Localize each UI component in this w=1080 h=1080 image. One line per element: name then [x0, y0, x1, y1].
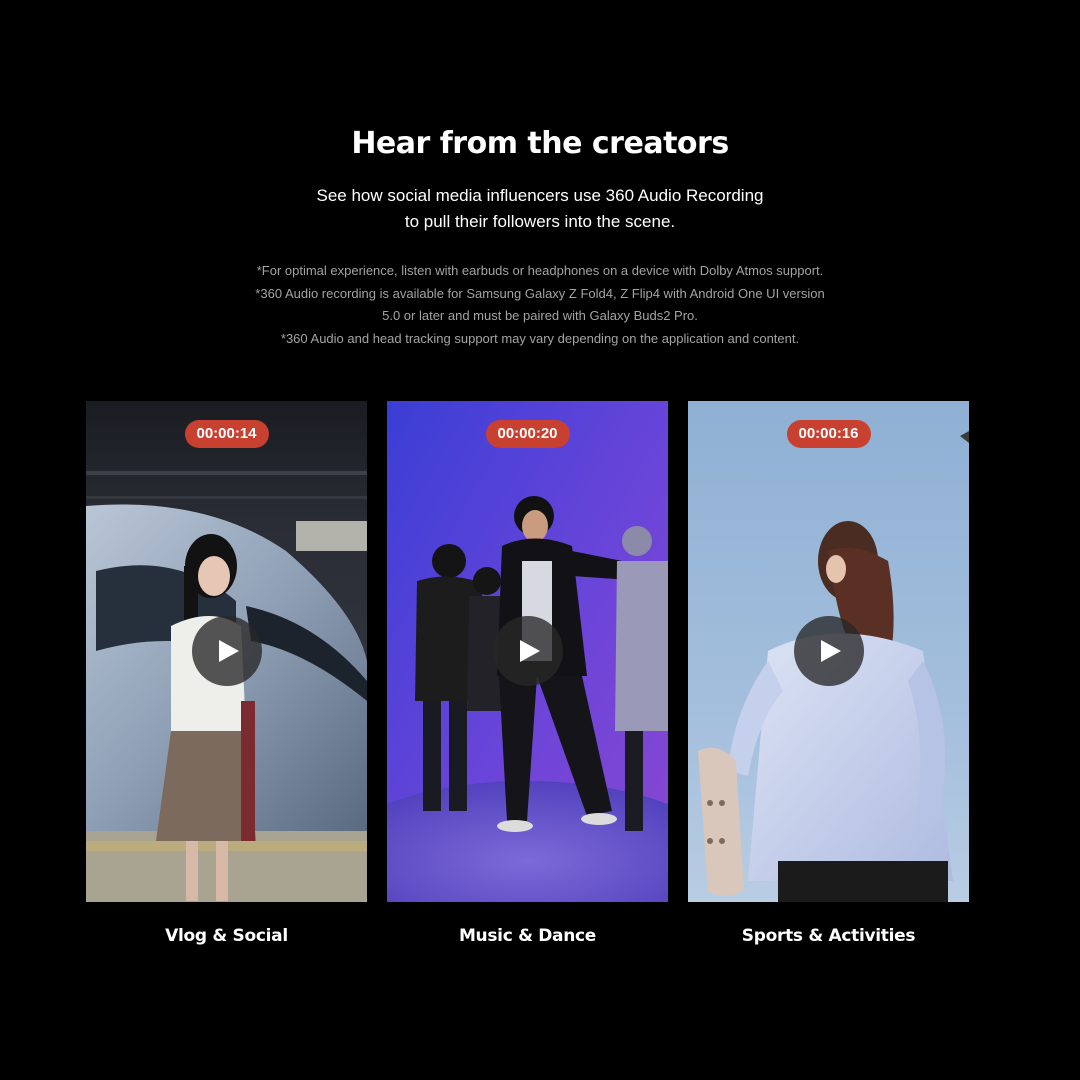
play-icon	[820, 640, 841, 662]
video-card-vlog-social: 00:00:14 Vlog & Social	[86, 401, 367, 946]
duration-badge: 00:00:16	[786, 420, 871, 448]
subtitle-line: See how social media influencers use 360…	[316, 186, 764, 205]
video-category-label: Music & Dance	[458, 926, 597, 946]
video-thumbnail-vlog-social[interactable]: 00:00:14	[86, 401, 367, 902]
disclaimer-notes: *For optimal experience, listen with ear…	[0, 260, 1080, 350]
video-thumbnail-sports-activities[interactable]: 00:00:16	[688, 401, 969, 902]
video-card-sports-activities: 00:00:16 Sports & Activities	[688, 401, 969, 946]
disclaimer-line: *360 Audio recording is available for Sa…	[255, 285, 825, 301]
play-button[interactable]	[793, 616, 864, 686]
video-category-label: Sports & Activities	[741, 926, 916, 946]
video-card-music-dance: 00:00:20 Music & Dance	[387, 401, 668, 946]
section-title: Hear from the creators	[351, 126, 729, 161]
duration-badge: 00:00:20	[485, 420, 570, 448]
creators-section: Hear from the creators See how social me…	[0, 0, 1080, 1080]
subtitle-line: to pull their followers into the scene.	[404, 212, 676, 231]
disclaimer-line: *For optimal experience, listen with ear…	[256, 263, 824, 278]
video-category-label: Vlog & Social	[165, 926, 288, 946]
disclaimer-line: *360 Audio and head tracking support may…	[280, 330, 800, 346]
play-button[interactable]	[191, 616, 262, 686]
section-subtitle: See how social media influencers use 360…	[0, 183, 1080, 235]
play-icon	[519, 640, 540, 662]
duration-badge: 00:00:14	[184, 420, 269, 448]
video-thumbnail-music-dance[interactable]: 00:00:20	[387, 401, 668, 902]
disclaimer-line: 5.0 or later and must be paired with Gal…	[382, 308, 698, 323]
play-button[interactable]	[492, 616, 563, 686]
play-icon	[218, 640, 239, 662]
